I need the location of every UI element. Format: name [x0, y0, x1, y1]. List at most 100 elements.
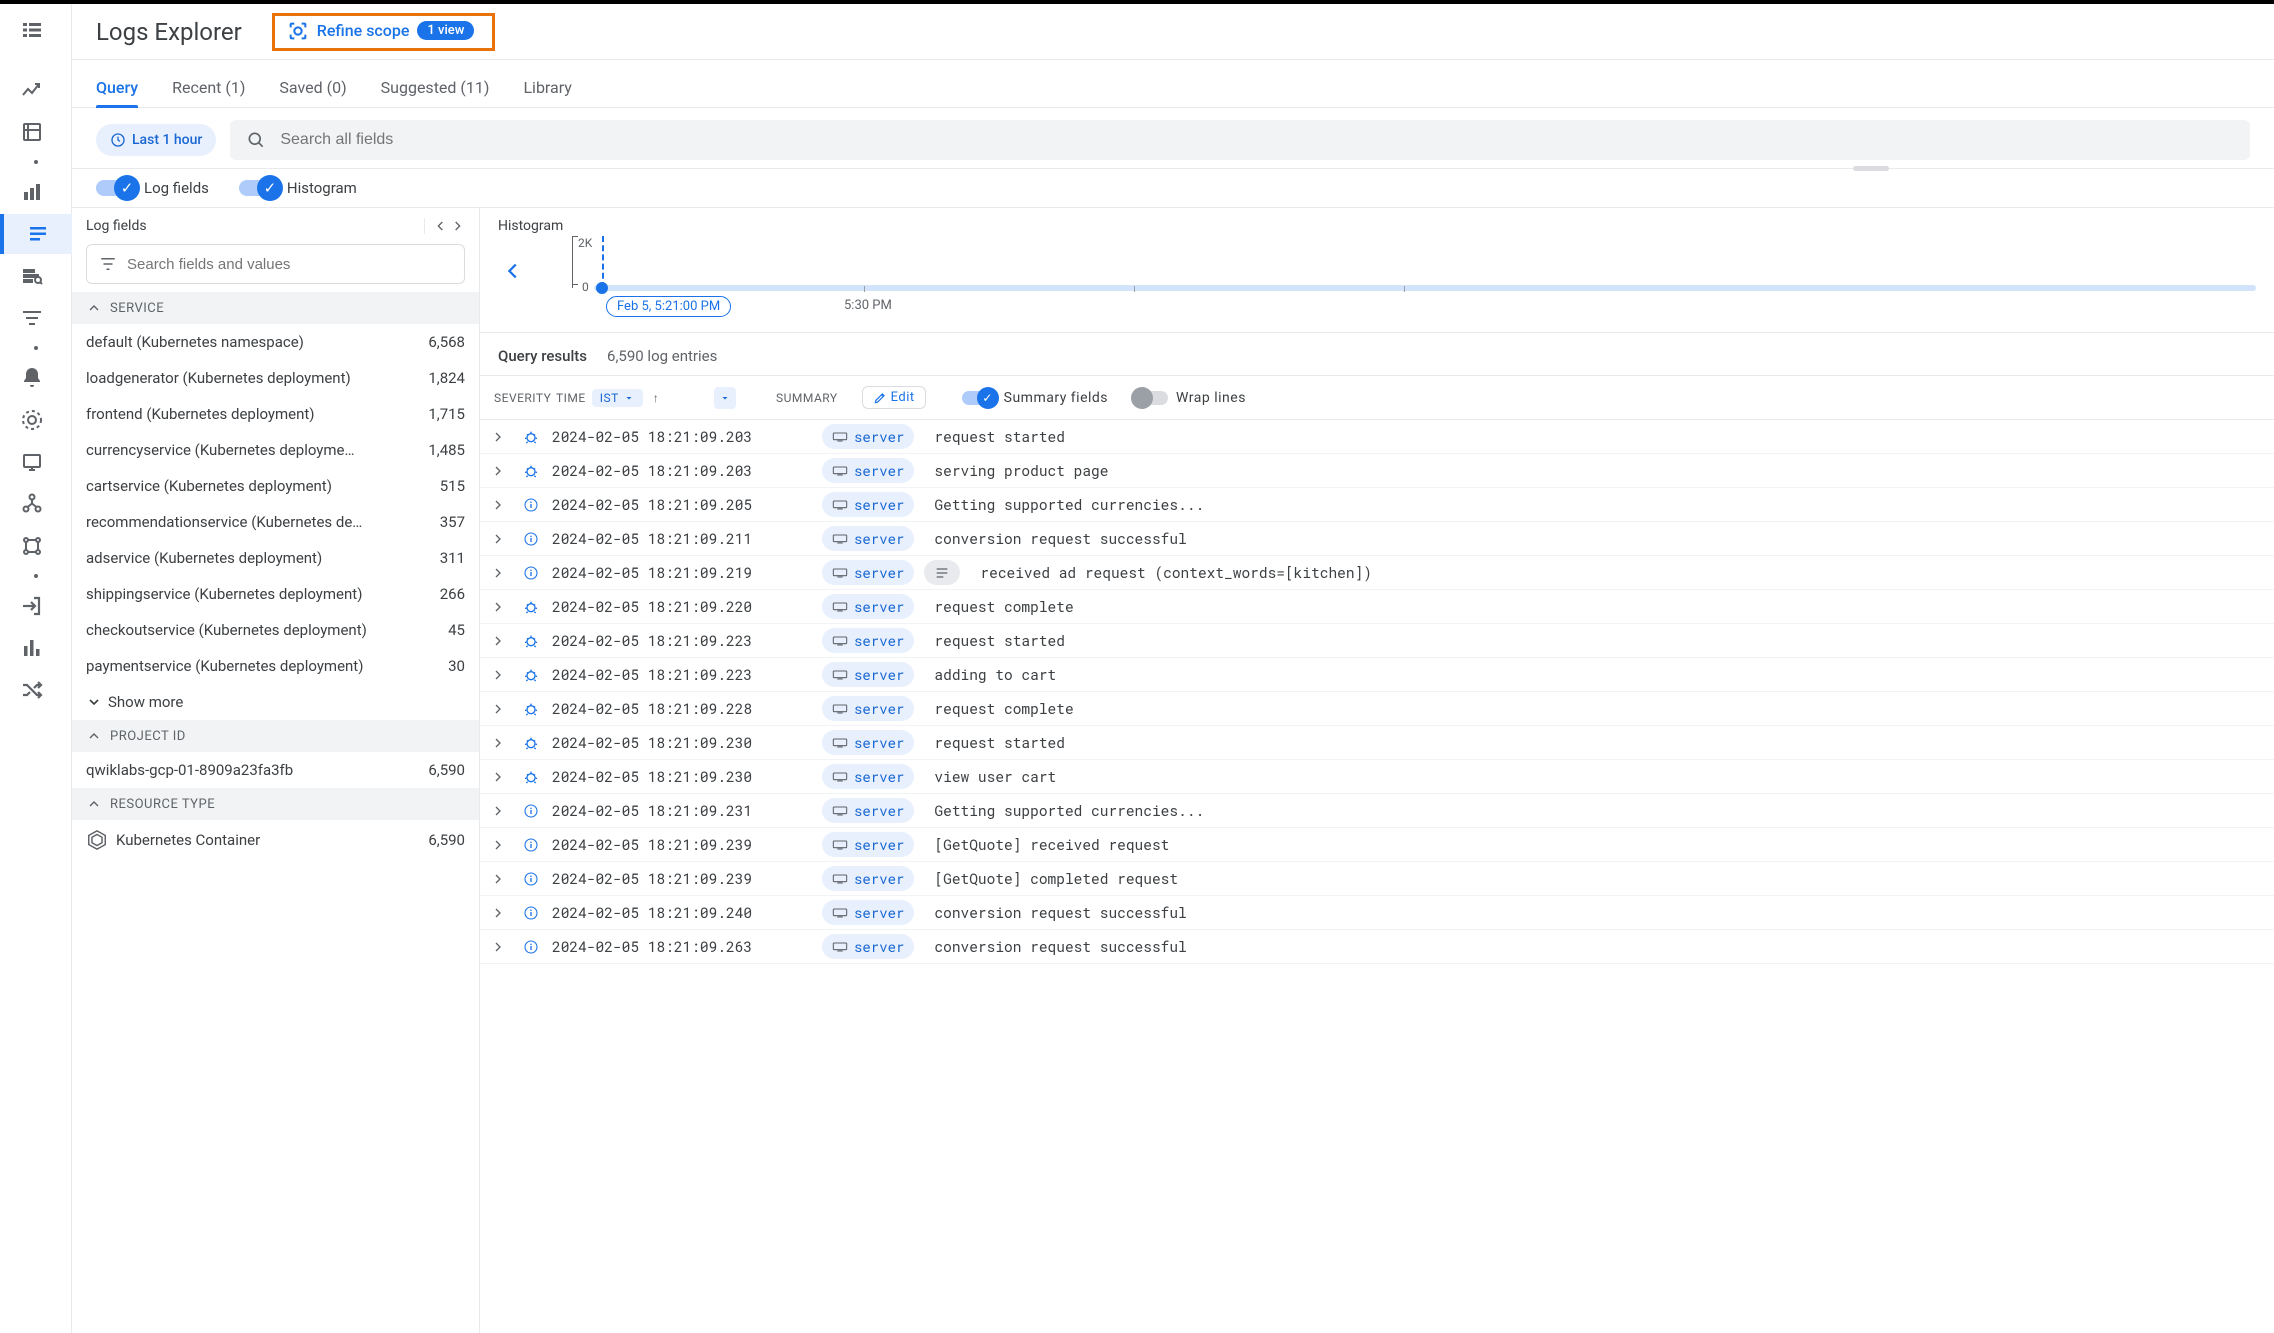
server-chip[interactable]: server	[822, 594, 914, 619]
rail-item-uptime[interactable]	[4, 442, 60, 482]
server-chip[interactable]: server	[822, 424, 914, 449]
edit-button[interactable]: Edit	[862, 386, 926, 409]
expand-row[interactable]	[480, 633, 516, 649]
rail-item-filter[interactable]	[4, 298, 60, 338]
log-row[interactable]: 2024-02-05 18:21:09.223 server adding to…	[480, 658, 2274, 692]
expand-row[interactable]	[480, 667, 516, 683]
expand-row[interactable]	[480, 429, 516, 445]
server-chip[interactable]: server	[822, 798, 914, 823]
field-row[interactable]: frontend (Kubernetes deployment)1,715	[72, 396, 479, 432]
expand-row[interactable]	[480, 837, 516, 853]
tab-library[interactable]: Library	[523, 78, 571, 107]
fields-search-input[interactable]	[127, 256, 452, 273]
field-row[interactable]: currencyservice (Kubernetes deployme…1,4…	[72, 432, 479, 468]
rail-item-analytics[interactable]	[4, 256, 60, 296]
search-all-input[interactable]	[280, 131, 2234, 149]
log-row[interactable]: 2024-02-05 18:21:09.203 server request s…	[480, 420, 2274, 454]
rail-item-login[interactable]	[4, 586, 60, 626]
log-row[interactable]: 2024-02-05 18:21:09.231 server Getting s…	[480, 794, 2274, 828]
expand-row[interactable]	[480, 599, 516, 615]
refine-scope-button[interactable]: Refine scope 1 view	[272, 13, 496, 51]
rail-item-list[interactable]	[4, 10, 60, 50]
wrap-lines-toggle[interactable]: Wrap lines	[1134, 390, 1246, 406]
search-all-fields[interactable]	[230, 120, 2250, 160]
server-chip[interactable]: server	[822, 934, 914, 959]
log-row[interactable]: 2024-02-05 18:21:09.239 server [GetQuote…	[480, 862, 2274, 896]
summary-fields-toggle[interactable]: ✓ Summary fields	[962, 390, 1108, 406]
server-chip[interactable]: server	[822, 560, 914, 585]
server-chip[interactable]: server	[822, 832, 914, 857]
expand-row[interactable]	[480, 531, 516, 547]
log-fields-toggle[interactable]: ✓ Log fields	[96, 179, 209, 197]
log-row[interactable]: 2024-02-05 18:21:09.219 server received …	[480, 556, 2274, 590]
collapse-panel-button[interactable]	[424, 218, 465, 234]
rail-item-trace[interactable]	[4, 526, 60, 566]
rail-item-alerting[interactable]	[4, 358, 60, 398]
expand-row[interactable]	[480, 701, 516, 717]
field-row[interactable]: shippingservice (Kubernetes deployment)2…	[72, 576, 479, 612]
field-row[interactable]: loadgenerator (Kubernetes deployment)1,8…	[72, 360, 479, 396]
histogram-chart[interactable]: 2K 0 Feb 5, 5:21:00 PM 5:30 PM	[534, 236, 2256, 306]
rail-item-error[interactable]	[4, 400, 60, 440]
log-row[interactable]: 2024-02-05 18:21:09.230 server request s…	[480, 726, 2274, 760]
log-row[interactable]: 2024-02-05 18:21:09.239 server [GetQuote…	[480, 828, 2274, 862]
histogram-back-button[interactable]	[498, 236, 528, 306]
show-more-button[interactable]: Show more	[72, 684, 479, 720]
log-row[interactable]: 2024-02-05 18:21:09.211 server conversio…	[480, 522, 2274, 556]
field-row[interactable]: recommendationservice (Kubernetes de…357	[72, 504, 479, 540]
server-chip[interactable]: server	[822, 628, 914, 653]
group-header-project[interactable]: PROJECT ID	[72, 720, 479, 752]
histogram-time-chip[interactable]: Feb 5, 5:21:00 PM	[606, 296, 731, 317]
server-chip[interactable]: server	[822, 764, 914, 789]
group-header-resource[interactable]: RESOURCE TYPE	[72, 788, 479, 820]
rail-item-stats[interactable]	[4, 628, 60, 668]
expand-row[interactable]	[480, 463, 516, 479]
time-range-chip[interactable]: Last 1 hour	[96, 124, 216, 156]
rail-item-bars[interactable]	[4, 172, 60, 212]
field-row[interactable]: default (Kubernetes namespace)6,568	[72, 324, 479, 360]
timezone-chip[interactable]: IST	[592, 389, 643, 407]
expand-row[interactable]	[480, 769, 516, 785]
server-chip[interactable]: server	[822, 492, 914, 517]
col-severity[interactable]: SEVERITY	[480, 385, 546, 411]
log-row[interactable]: 2024-02-05 18:21:09.220 server request c…	[480, 590, 2274, 624]
log-row[interactable]: 2024-02-05 18:21:09.203 server serving p…	[480, 454, 2274, 488]
field-row[interactable]: adservice (Kubernetes deployment)311	[72, 540, 479, 576]
rail-item-shuffle[interactable]	[4, 670, 60, 710]
expand-row[interactable]	[480, 871, 516, 887]
expand-row[interactable]	[480, 735, 516, 751]
field-row[interactable]: cartservice (Kubernetes deployment)515	[72, 468, 479, 504]
rail-item-metrics[interactable]	[4, 70, 60, 110]
tab-query[interactable]: Query	[96, 78, 138, 107]
fields-search[interactable]	[86, 244, 465, 284]
log-row[interactable]: 2024-02-05 18:21:09.228 server request c…	[480, 692, 2274, 726]
field-row[interactable]: paymentservice (Kubernetes deployment)30	[72, 648, 479, 684]
server-chip[interactable]: server	[822, 696, 914, 721]
tab-saved[interactable]: Saved (0)	[279, 78, 346, 107]
server-chip[interactable]: server	[822, 662, 914, 687]
group-header-service[interactable]: SERVICE	[72, 292, 479, 324]
server-chip[interactable]: server	[822, 866, 914, 891]
rail-item-logs[interactable]	[0, 214, 72, 254]
log-row[interactable]: 2024-02-05 18:21:09.205 server Getting s…	[480, 488, 2274, 522]
server-chip[interactable]: server	[822, 730, 914, 755]
field-row[interactable]: checkoutservice (Kubernetes deployment)4…	[72, 612, 479, 648]
server-chip[interactable]: server	[822, 526, 914, 551]
tab-suggested[interactable]: Suggested (11)	[381, 78, 490, 107]
time-dropdown-button[interactable]	[714, 387, 736, 409]
server-chip[interactable]: server	[822, 458, 914, 483]
expand-row[interactable]	[480, 905, 516, 921]
expand-row[interactable]	[480, 939, 516, 955]
log-row[interactable]: 2024-02-05 18:21:09.263 server conversio…	[480, 930, 2274, 964]
sort-asc-icon[interactable]: ↑	[653, 391, 660, 405]
histogram-toggle[interactable]: ✓ Histogram	[239, 179, 357, 197]
tab-recent[interactable]: Recent (1)	[172, 78, 245, 107]
expand-row[interactable]	[480, 565, 516, 581]
rail-item-dashboards[interactable]	[4, 112, 60, 152]
log-row[interactable]: 2024-02-05 18:21:09.240 server conversio…	[480, 896, 2274, 930]
expand-row[interactable]	[480, 803, 516, 819]
log-row[interactable]: 2024-02-05 18:21:09.223 server request s…	[480, 624, 2274, 658]
log-row[interactable]: 2024-02-05 18:21:09.230 server view user…	[480, 760, 2274, 794]
field-row[interactable]: Kubernetes Container 6,590	[72, 820, 479, 860]
expand-row[interactable]	[480, 497, 516, 513]
